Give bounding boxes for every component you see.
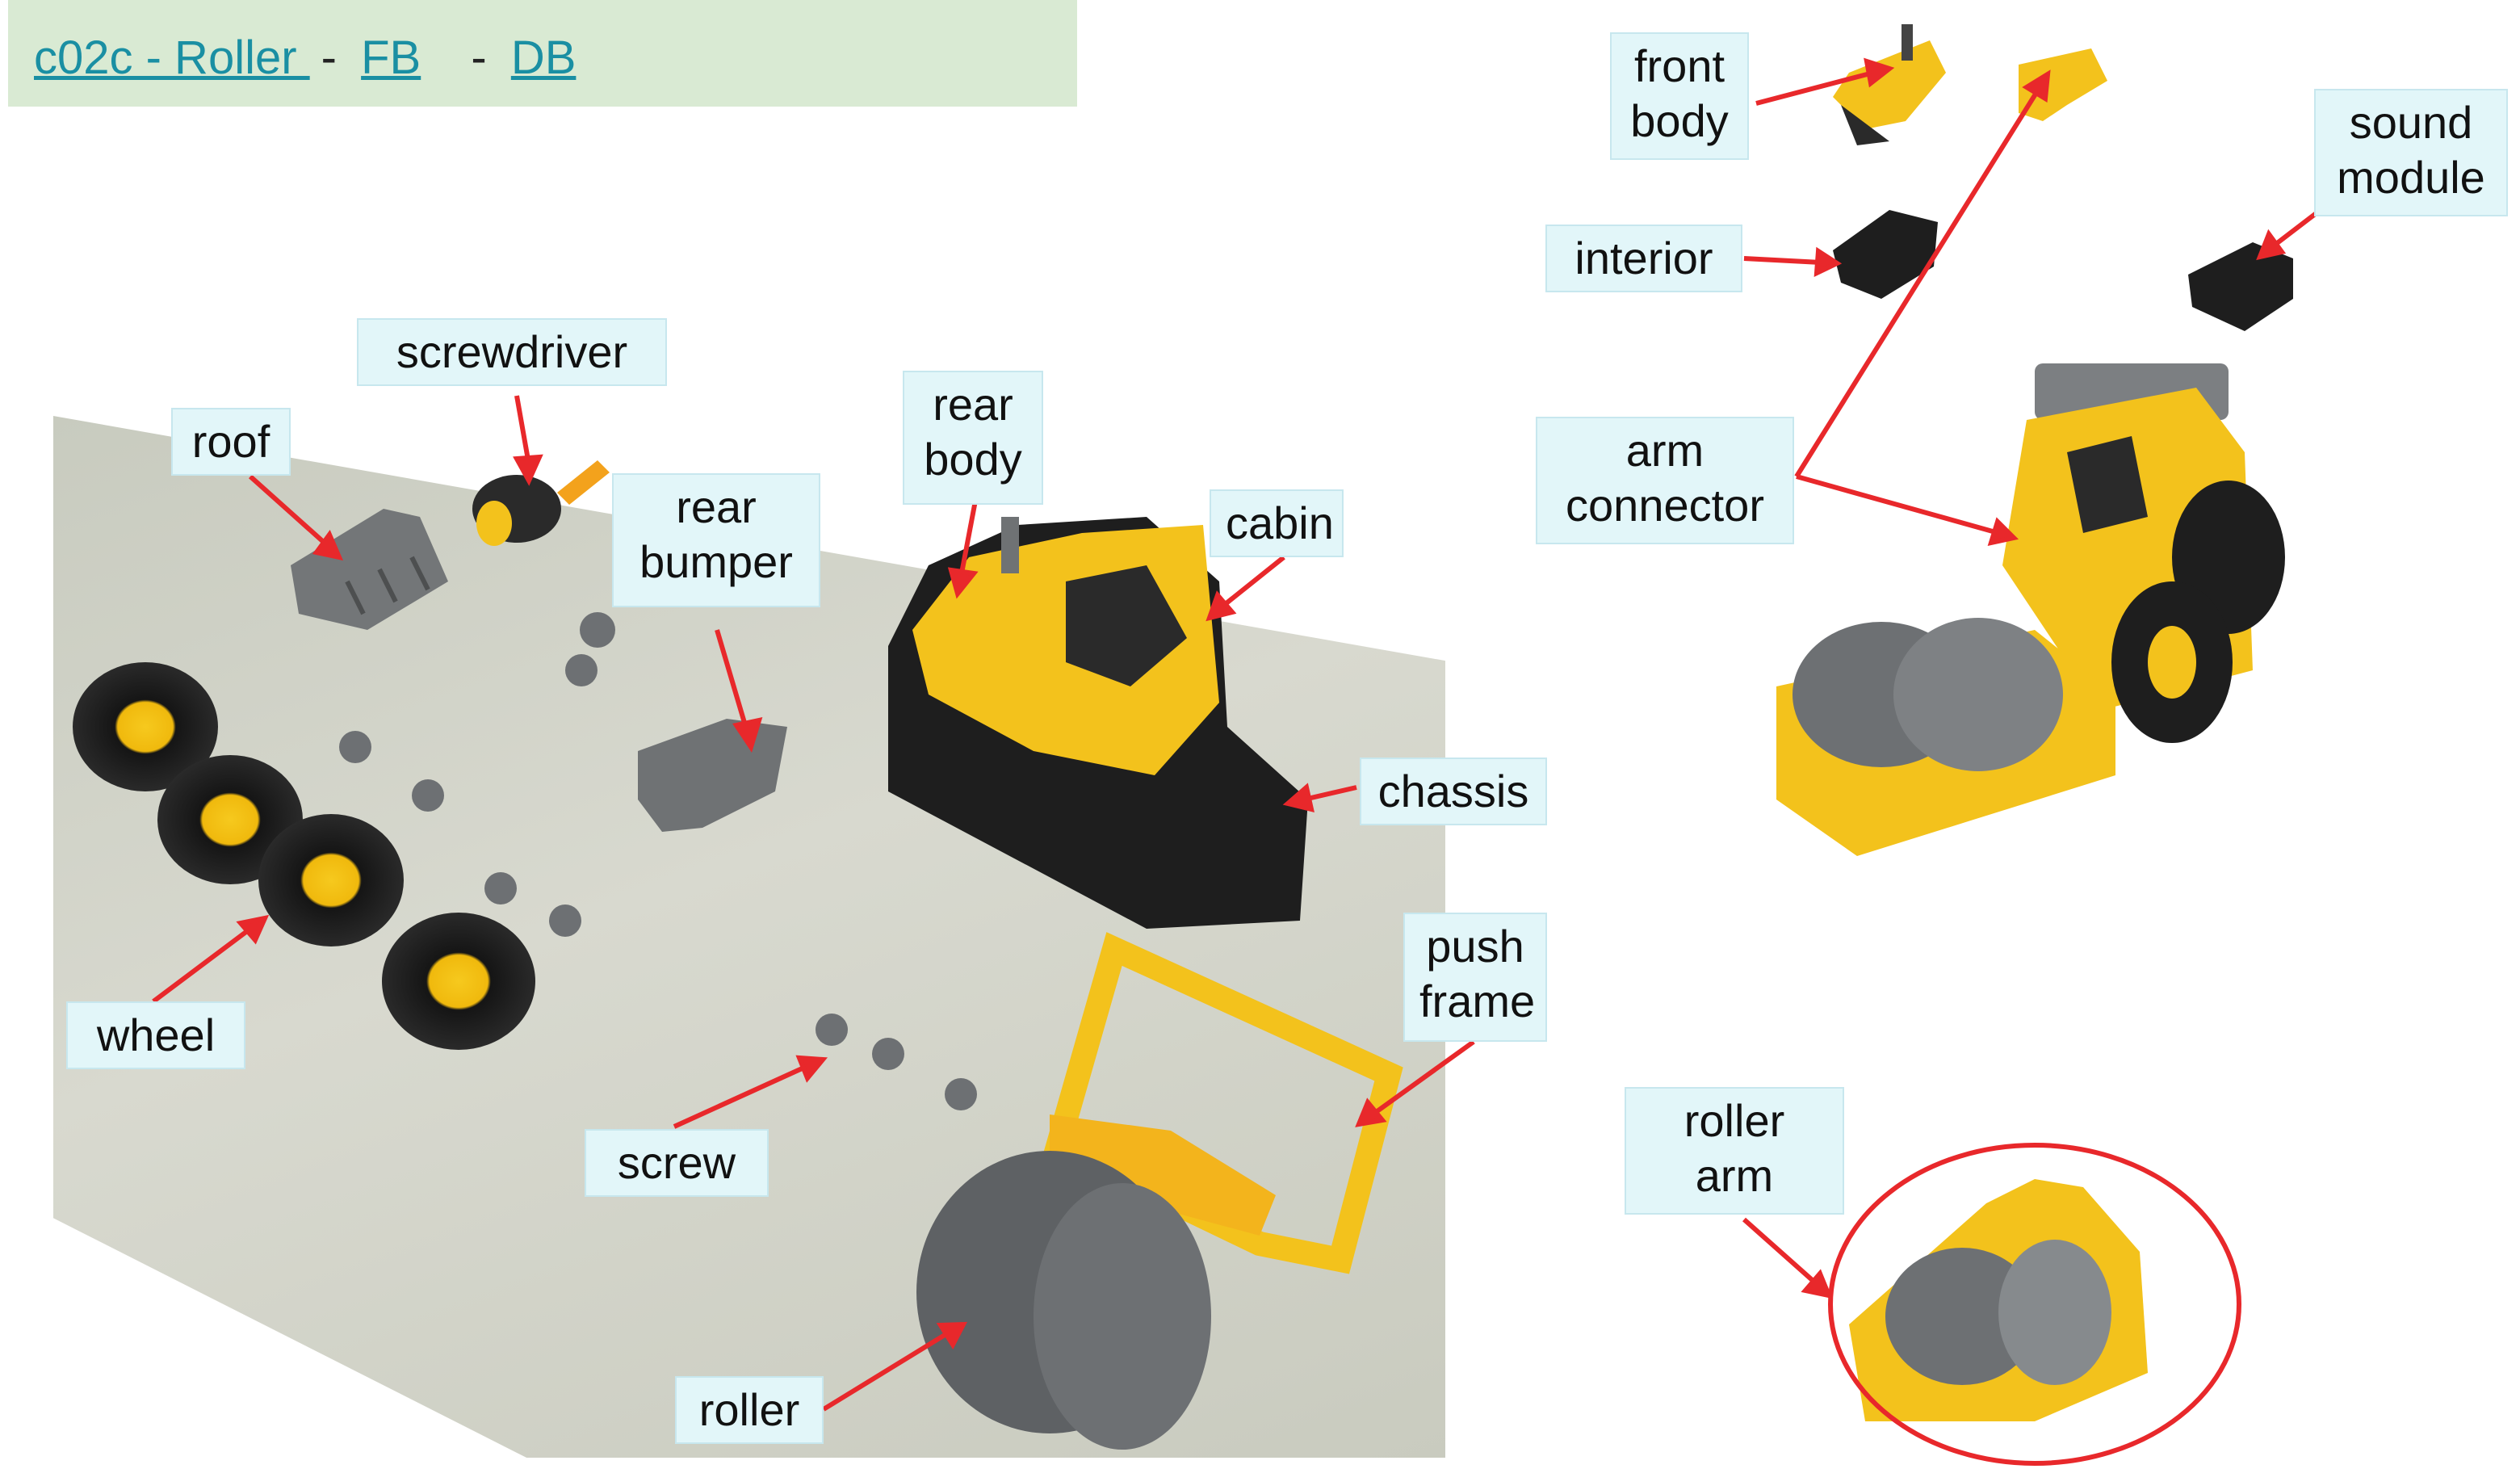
roller-assembly [916,932,1403,1450]
label-chassis: chassis [1360,758,1547,825]
label-arm-connector: arm connector [1536,417,1794,544]
label-rear-body: rear body [903,371,1043,505]
label-wheel: wheel [66,1001,245,1069]
label-roof: roof [171,408,291,476]
screwdriver-part [472,460,610,546]
label-front-body: front body [1610,32,1749,160]
label-roller: roller [675,1376,824,1444]
label-screw: screw [585,1129,769,1197]
sound-module-part [2188,242,2293,331]
parts-illustration [73,24,2343,1466]
assembled-roller [1776,363,2285,856]
roller-arm-part [1849,1179,2148,1421]
front-body-part [1833,24,1946,145]
label-sound-module: sound module [2314,89,2508,216]
label-cabin: cabin [1210,489,1344,557]
wheel-part [73,662,535,1050]
label-roller-arm: roller arm [1625,1087,1844,1215]
label-interior: interior [1545,225,1742,292]
label-screwdriver: screwdriver [357,318,667,386]
label-push-frame: push frame [1403,913,1547,1042]
roof-part [291,509,448,630]
label-rear-bumper: rear bumper [612,473,820,607]
rear-bumper-part [638,719,787,832]
interior-part [1833,210,1938,299]
